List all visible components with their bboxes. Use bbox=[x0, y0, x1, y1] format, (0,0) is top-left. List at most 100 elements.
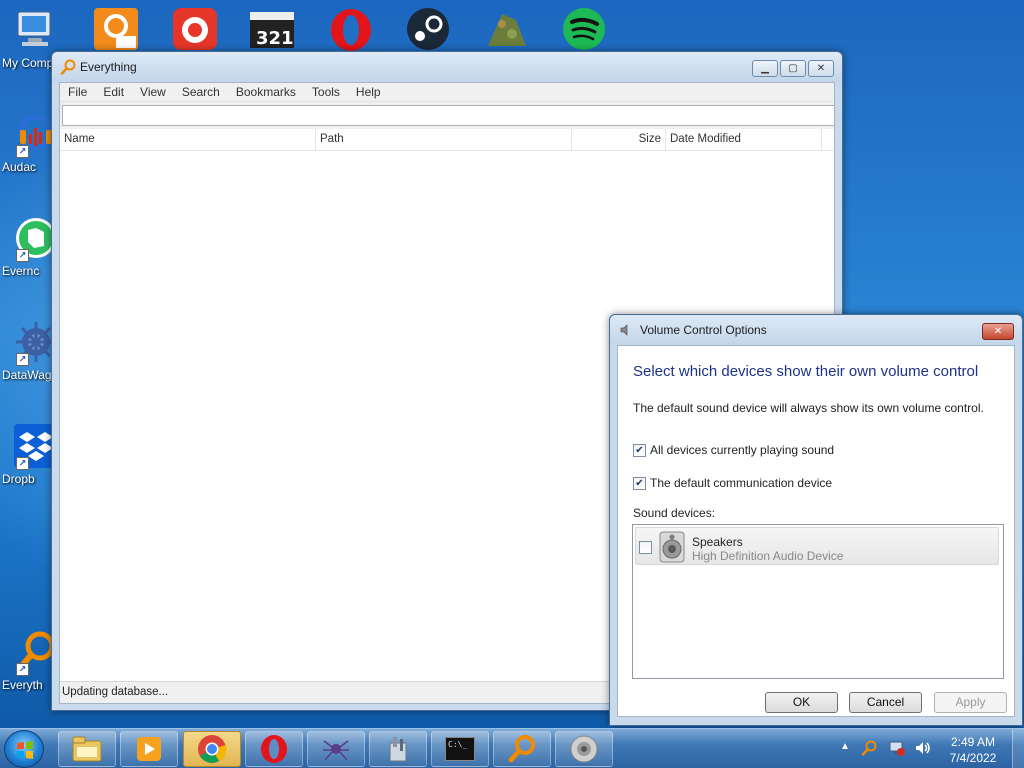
apply-button[interactable]: Apply bbox=[934, 692, 1007, 713]
volume-control-options-dialog: Volume Control Options ✕ Select which de… bbox=[609, 314, 1023, 726]
spotify-icon[interactable] bbox=[560, 6, 608, 52]
menu-edit[interactable]: Edit bbox=[95, 83, 132, 101]
dialog-close-button[interactable]: ✕ bbox=[982, 323, 1014, 340]
device-subtitle: High Definition Audio Device bbox=[692, 549, 844, 563]
foxit-pdf-icon[interactable] bbox=[92, 6, 140, 52]
checkbox-label: All devices currently playing sound bbox=[650, 443, 835, 457]
taskbar-everything-button[interactable] bbox=[493, 731, 551, 767]
opera-icon[interactable] bbox=[327, 6, 375, 52]
minimize-icon: ▁ bbox=[761, 63, 769, 74]
desktop-icon-audacity[interactable]: ↗ Audac bbox=[2, 112, 58, 174]
menu-tools[interactable]: Tools bbox=[304, 83, 348, 101]
taskbar: C:\_ ▲ 2:49 AM 7/4/2022 bbox=[0, 728, 1024, 768]
menu-view[interactable]: View bbox=[132, 83, 174, 101]
taskbar-explorer-button[interactable] bbox=[58, 731, 116, 767]
search-input[interactable] bbox=[62, 105, 835, 126]
checkbox-row-communication-device[interactable]: ✔ The default communication device bbox=[633, 476, 832, 490]
shortcut-arrow-icon: ↗ bbox=[16, 457, 29, 470]
everything-titlebar[interactable]: Everything bbox=[52, 52, 842, 82]
all-playing-devices-checkbox[interactable]: ✔ bbox=[633, 443, 646, 457]
search-row bbox=[60, 102, 835, 129]
menu-search[interactable]: Search bbox=[174, 83, 228, 101]
desktop-icon-label: Dropb bbox=[2, 472, 35, 486]
everything-app-icon bbox=[60, 59, 76, 75]
dialog-title: Volume Control Options bbox=[640, 323, 767, 337]
shortcut-arrow-icon: ↗ bbox=[16, 663, 29, 676]
desktop-icon-label: Evernc bbox=[2, 264, 40, 278]
dialog-client: Select which devices show their own volu… bbox=[617, 345, 1015, 717]
cmd-icon-text: C:\_ bbox=[448, 740, 468, 749]
start-button[interactable] bbox=[4, 730, 44, 768]
maximize-icon: ▢ bbox=[788, 63, 798, 74]
menu-bookmarks[interactable]: Bookmarks bbox=[228, 83, 304, 101]
volume-icon[interactable] bbox=[914, 739, 932, 760]
desktop-icon-label: DataWag bbox=[2, 368, 52, 382]
taskbar-spider-button[interactable] bbox=[307, 731, 365, 767]
list-item[interactable]: Speakers High Definition Audio Device bbox=[635, 527, 999, 565]
speaker-icon bbox=[618, 322, 634, 338]
close-button[interactable]: ✕ bbox=[808, 60, 834, 77]
game-icon[interactable] bbox=[482, 6, 530, 52]
opera-icon bbox=[261, 735, 287, 763]
communication-device-checkbox[interactable]: ✔ bbox=[633, 476, 646, 490]
media-player-classic-icon[interactable]: 321 bbox=[248, 6, 296, 52]
window-title: Everything bbox=[80, 60, 137, 74]
taskbar-chrome-button[interactable] bbox=[183, 731, 241, 767]
minimize-button[interactable]: ▁ bbox=[752, 60, 778, 77]
taskbar-cmd-button[interactable]: C:\_ bbox=[431, 731, 489, 767]
tools-icon bbox=[389, 737, 407, 762]
everything-tray-icon[interactable] bbox=[860, 739, 878, 760]
taskbar-tools-button[interactable] bbox=[369, 731, 427, 767]
desktop-icon-evernote[interactable]: ↗ Evernc bbox=[2, 216, 58, 278]
chrome-icon bbox=[198, 735, 227, 763]
close-icon: ✕ bbox=[816, 63, 826, 74]
desktop-icon-label: Everyth bbox=[2, 678, 43, 692]
desktop-icon-dropbox[interactable]: ↗ Dropb bbox=[2, 424, 58, 486]
column-header-size[interactable]: Size bbox=[572, 129, 666, 151]
clock-date: 7/4/2022 bbox=[949, 751, 997, 765]
desktop-icon-my-computer[interactable]: My Comp bbox=[2, 8, 58, 70]
show-hidden-icons-icon[interactable]: ▲ bbox=[840, 741, 850, 752]
network-icon[interactable] bbox=[888, 739, 906, 760]
close-icon: ✕ bbox=[993, 326, 1003, 337]
column-header-name[interactable]: Name bbox=[60, 129, 316, 151]
menu-help[interactable]: Help bbox=[348, 83, 389, 101]
dialog-titlebar[interactable]: Volume Control Options bbox=[610, 315, 1022, 345]
clock[interactable]: 2:49 AM 7/4/2022 bbox=[938, 734, 1008, 766]
menu-file[interactable]: File bbox=[60, 83, 95, 101]
taskbar-media-player-button[interactable] bbox=[120, 731, 178, 767]
checkbox-row-playing-devices[interactable]: ✔ All devices currently playing sound bbox=[633, 443, 834, 457]
computer-icon bbox=[14, 8, 58, 52]
gom-player-icon[interactable] bbox=[171, 6, 219, 52]
spider-icon bbox=[323, 740, 349, 761]
dialog-heading: Select which devices show their own volu… bbox=[633, 363, 979, 380]
explorer-icon bbox=[72, 736, 102, 762]
ok-button[interactable]: OK bbox=[765, 692, 838, 713]
cmd-icon: C:\_ bbox=[445, 737, 475, 761]
checkbox-label: The default communication device bbox=[650, 476, 833, 490]
speaker-icon bbox=[570, 735, 598, 763]
taskbar-opera-button[interactable] bbox=[245, 731, 303, 767]
show-desktop-button[interactable] bbox=[1012, 729, 1024, 768]
speakers-checkbox[interactable] bbox=[639, 541, 652, 554]
desktop-icon-datawagon[interactable]: ↗ DataWag bbox=[2, 320, 58, 382]
column-headers: Name Path Size Date Modified bbox=[60, 129, 834, 151]
taskbar-sound-button[interactable] bbox=[555, 731, 613, 767]
system-tray: ▲ bbox=[838, 729, 938, 768]
steam-icon[interactable] bbox=[404, 6, 452, 52]
svg-text:321: 321 bbox=[256, 28, 294, 49]
shortcut-arrow-icon: ↗ bbox=[16, 353, 29, 366]
menu-bar: File Edit View Search Bookmarks Tools He… bbox=[60, 83, 834, 102]
everything-icon bbox=[508, 735, 535, 763]
sound-devices-list[interactable]: Speakers High Definition Audio Device bbox=[632, 524, 1004, 679]
desktop-icon-everything[interactable]: ↗ Everyth bbox=[2, 630, 58, 692]
maximize-button[interactable]: ▢ bbox=[780, 60, 806, 77]
desktop-icon-label: My Comp bbox=[2, 56, 54, 70]
column-header-date-modified[interactable]: Date Modified bbox=[666, 129, 822, 151]
cancel-button[interactable]: Cancel bbox=[849, 692, 922, 713]
dialog-description: The default sound device will always sho… bbox=[633, 401, 984, 415]
column-header-path[interactable]: Path bbox=[316, 129, 572, 151]
media-player-icon bbox=[137, 737, 161, 761]
shortcut-arrow-icon: ↗ bbox=[16, 145, 29, 158]
windows-logo-icon bbox=[17, 741, 33, 759]
